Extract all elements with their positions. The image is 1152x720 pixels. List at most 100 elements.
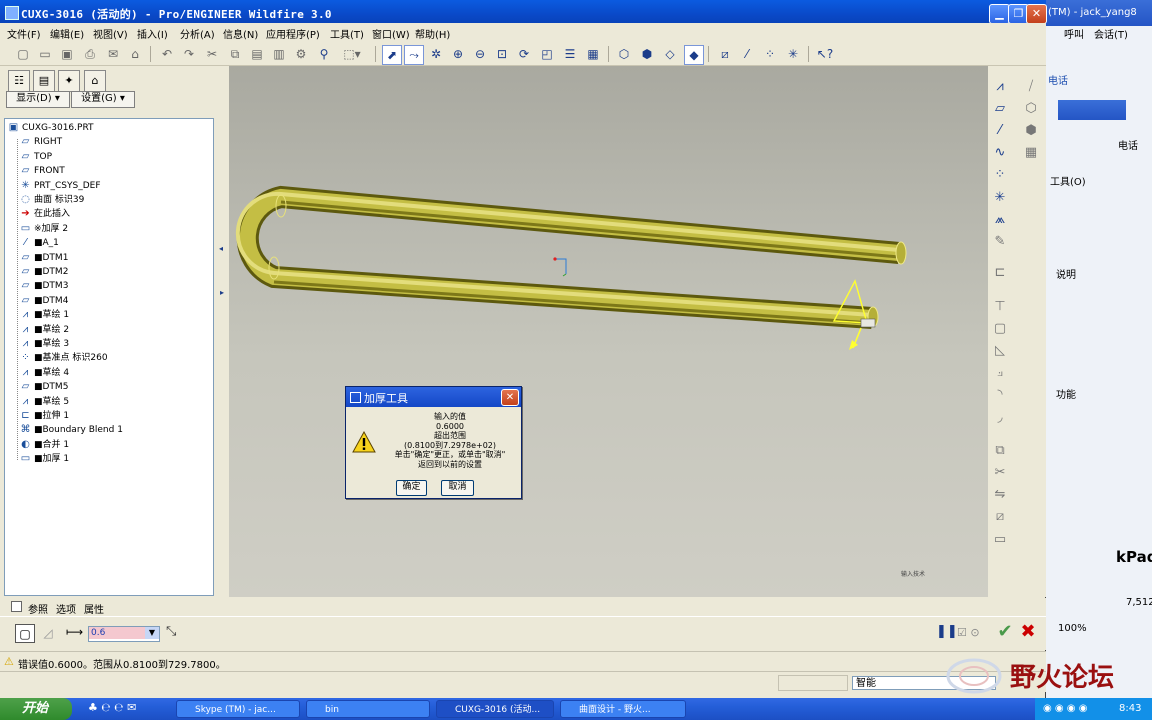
menu-tools[interactable]: 工具(T): [330, 26, 364, 41]
datum-axis-tool-icon[interactable]: ⁄: [991, 122, 1009, 140]
tree-item[interactable]: ⊏ ■拉伸 1: [19, 409, 69, 423]
annotation-tool-icon[interactable]: ✎: [991, 233, 1009, 251]
menu-applications[interactable]: 应用程序(P): [266, 26, 320, 41]
rib-tool-icon[interactable]: ◺: [991, 342, 1009, 360]
orient-mode-icon[interactable]: ✲: [427, 45, 445, 63]
datum-planes-toggle-icon[interactable]: ⧄: [716, 45, 734, 63]
repaint-icon[interactable]: ⬈: [382, 45, 402, 65]
collapse-left-icon[interactable]: ◂: [219, 244, 223, 253]
tab-properties[interactable]: 属性: [84, 601, 104, 616]
tree-item[interactable]: ▭ ■加厚 1: [19, 452, 69, 466]
start-button[interactable]: 开始: [0, 698, 72, 720]
spin-center-icon[interactable]: ⤳: [404, 45, 424, 65]
shell-icon[interactable]: ⬡: [1022, 100, 1040, 118]
redo-icon[interactable]: ↷: [180, 45, 198, 63]
quicklaunch-icons[interactable]: ♣ ℮ ℮ ✉: [88, 701, 136, 714]
tree-root[interactable]: ▣ CUXG-3016.PRT: [7, 121, 94, 135]
email-link-icon[interactable]: ⌂: [126, 45, 144, 63]
select-box-dropdown[interactable]: ⬚▾: [338, 45, 366, 63]
tree-item[interactable]: ⩘ ■草绘 1: [19, 308, 69, 322]
tree-item[interactable]: ⩘ ■草绘 2: [19, 323, 69, 337]
email-icon[interactable]: ✉: [104, 45, 122, 63]
expand-right-icon[interactable]: ▸: [220, 288, 224, 297]
offset-tool-icon[interactable]: ⧄: [991, 508, 1009, 526]
grid-icon[interactable]: ▦: [1022, 144, 1040, 162]
tree-item[interactable]: ⩘ ■草绘 4: [19, 366, 69, 380]
save-icon[interactable]: ▣: [58, 45, 76, 63]
csys-toggle-icon[interactable]: ✳: [784, 45, 802, 63]
cancel-button[interactable]: 取消: [441, 480, 474, 496]
task-proe[interactable]: CUXG-3016 (活动...: [436, 700, 554, 718]
pattern-icon[interactable]: ⧸: [1022, 78, 1040, 96]
analysis-tool-icon[interactable]: ⩕: [991, 211, 1009, 229]
wireframe-icon[interactable]: ⬡: [615, 45, 633, 63]
panel-splitter[interactable]: ◂ ▸: [216, 66, 228, 598]
saved-views-icon[interactable]: ◰: [538, 45, 556, 63]
merge-tool-icon[interactable]: ⧉: [991, 442, 1009, 460]
paste-special-icon[interactable]: ▥: [270, 45, 288, 63]
tree-item[interactable]: ▱ FRONT: [19, 164, 65, 178]
menu-edit[interactable]: 编辑(E): [50, 26, 84, 41]
zoom-in-icon[interactable]: ⊕: [449, 45, 467, 63]
settings-dropdown[interactable]: 设置(G) ▾: [71, 91, 135, 108]
tree-item[interactable]: ▱ ■DTM2: [19, 265, 69, 279]
confirm-check-icon[interactable]: ✔: [994, 621, 1016, 643]
model-tree-tab-icon[interactable]: ☷: [8, 70, 30, 92]
tree-item[interactable]: ▱ ■DTM4: [19, 294, 69, 308]
datum-axes-toggle-icon[interactable]: ⁄: [738, 45, 756, 63]
tree-item[interactable]: ⩘ ■草绘 5: [19, 395, 69, 409]
dialog-close-button[interactable]: ✕: [501, 389, 519, 406]
new-file-icon[interactable]: ▢: [14, 45, 32, 63]
layers-icon[interactable]: ☰: [561, 45, 579, 63]
tree-item[interactable]: ◌ 曲面 标识39: [19, 193, 84, 207]
tree-item[interactable]: ✳ PRT_CSYS_DEF: [19, 179, 100, 193]
menu-analysis[interactable]: 分析(A): [180, 26, 215, 41]
tree-item[interactable]: ◐ ■合并 1: [19, 438, 69, 452]
refit-icon[interactable]: ⊡: [493, 45, 511, 63]
tree-item[interactable]: ⁘ ■基准点 标识260: [19, 351, 107, 365]
menu-window[interactable]: 窗口(W): [372, 26, 410, 41]
tab-references[interactable]: 参照: [28, 601, 48, 616]
remove-material-icon[interactable]: ◿: [39, 624, 57, 643]
regenerate-icon[interactable]: ⚙: [292, 45, 310, 63]
flip-direction-icon[interactable]: ⤡: [166, 624, 176, 639]
task-browser[interactable]: 曲面设计 - 野火...: [560, 700, 686, 718]
solid-thicken-icon[interactable]: ▢: [15, 624, 35, 643]
display-dropdown[interactable]: 显示(D) ▾: [6, 91, 70, 108]
tree-item[interactable]: ▭ ※加厚 2: [19, 222, 68, 236]
chevron-down-icon[interactable]: ▼: [145, 627, 159, 639]
sketch-tool-icon[interactable]: ⩘: [991, 78, 1009, 96]
open-file-icon[interactable]: ▭: [36, 45, 54, 63]
round-tool-icon[interactable]: ◝: [991, 386, 1009, 404]
tree-item[interactable]: ▱ ■DTM5: [19, 380, 69, 394]
chamfer-tool-icon[interactable]: ◞: [991, 409, 1009, 427]
draft-icon[interactable]: ⬢: [1022, 122, 1040, 140]
datum-point-tool-icon[interactable]: ⁘: [991, 166, 1009, 184]
close-button[interactable]: ✕: [1026, 4, 1047, 24]
tree-item[interactable]: ▱ TOP: [19, 150, 52, 164]
view-manager-icon[interactable]: ▦: [584, 45, 602, 63]
minimize-button[interactable]: ▁: [989, 4, 1010, 24]
preview-checkbox-icon[interactable]: ☑ ⊙: [957, 626, 980, 639]
zoom-out-icon[interactable]: ⊖: [471, 45, 489, 63]
thickness-value-field[interactable]: [89, 627, 145, 639]
copy-icon[interactable]: ⧉: [226, 45, 244, 63]
folder-browser-tab-icon[interactable]: ▤: [33, 70, 55, 92]
shading-icon[interactable]: ◆: [684, 45, 704, 65]
thicken-tool-icon[interactable]: ▭: [991, 531, 1009, 549]
tree-item[interactable]: ▱ ■DTM1: [19, 251, 69, 265]
tree-item[interactable]: ⩘ ■草绘 3: [19, 337, 69, 351]
tray-icons[interactable]: ◉ ◉ ◉ ◉: [1043, 698, 1087, 720]
tree-item[interactable]: ➔ 在此插入: [19, 207, 70, 221]
context-help-icon[interactable]: ↖?: [816, 45, 834, 63]
print-icon[interactable]: ⎙: [81, 45, 99, 63]
tree-item[interactable]: ⁄ ■A_1: [19, 236, 59, 250]
csys-tool-icon[interactable]: ✳: [991, 189, 1009, 207]
no-hidden-icon[interactable]: ◇: [661, 45, 679, 63]
shell-tool-icon[interactable]: ▢: [991, 320, 1009, 338]
datum-plane-tool-icon[interactable]: ▱: [991, 100, 1009, 118]
extrude-tool-icon[interactable]: ⊏: [991, 264, 1009, 282]
tube-model[interactable]: [235, 185, 907, 329]
task-skype[interactable]: Skype (TM) - jac...: [176, 700, 300, 718]
hidden-line-icon[interactable]: ⬢: [638, 45, 656, 63]
